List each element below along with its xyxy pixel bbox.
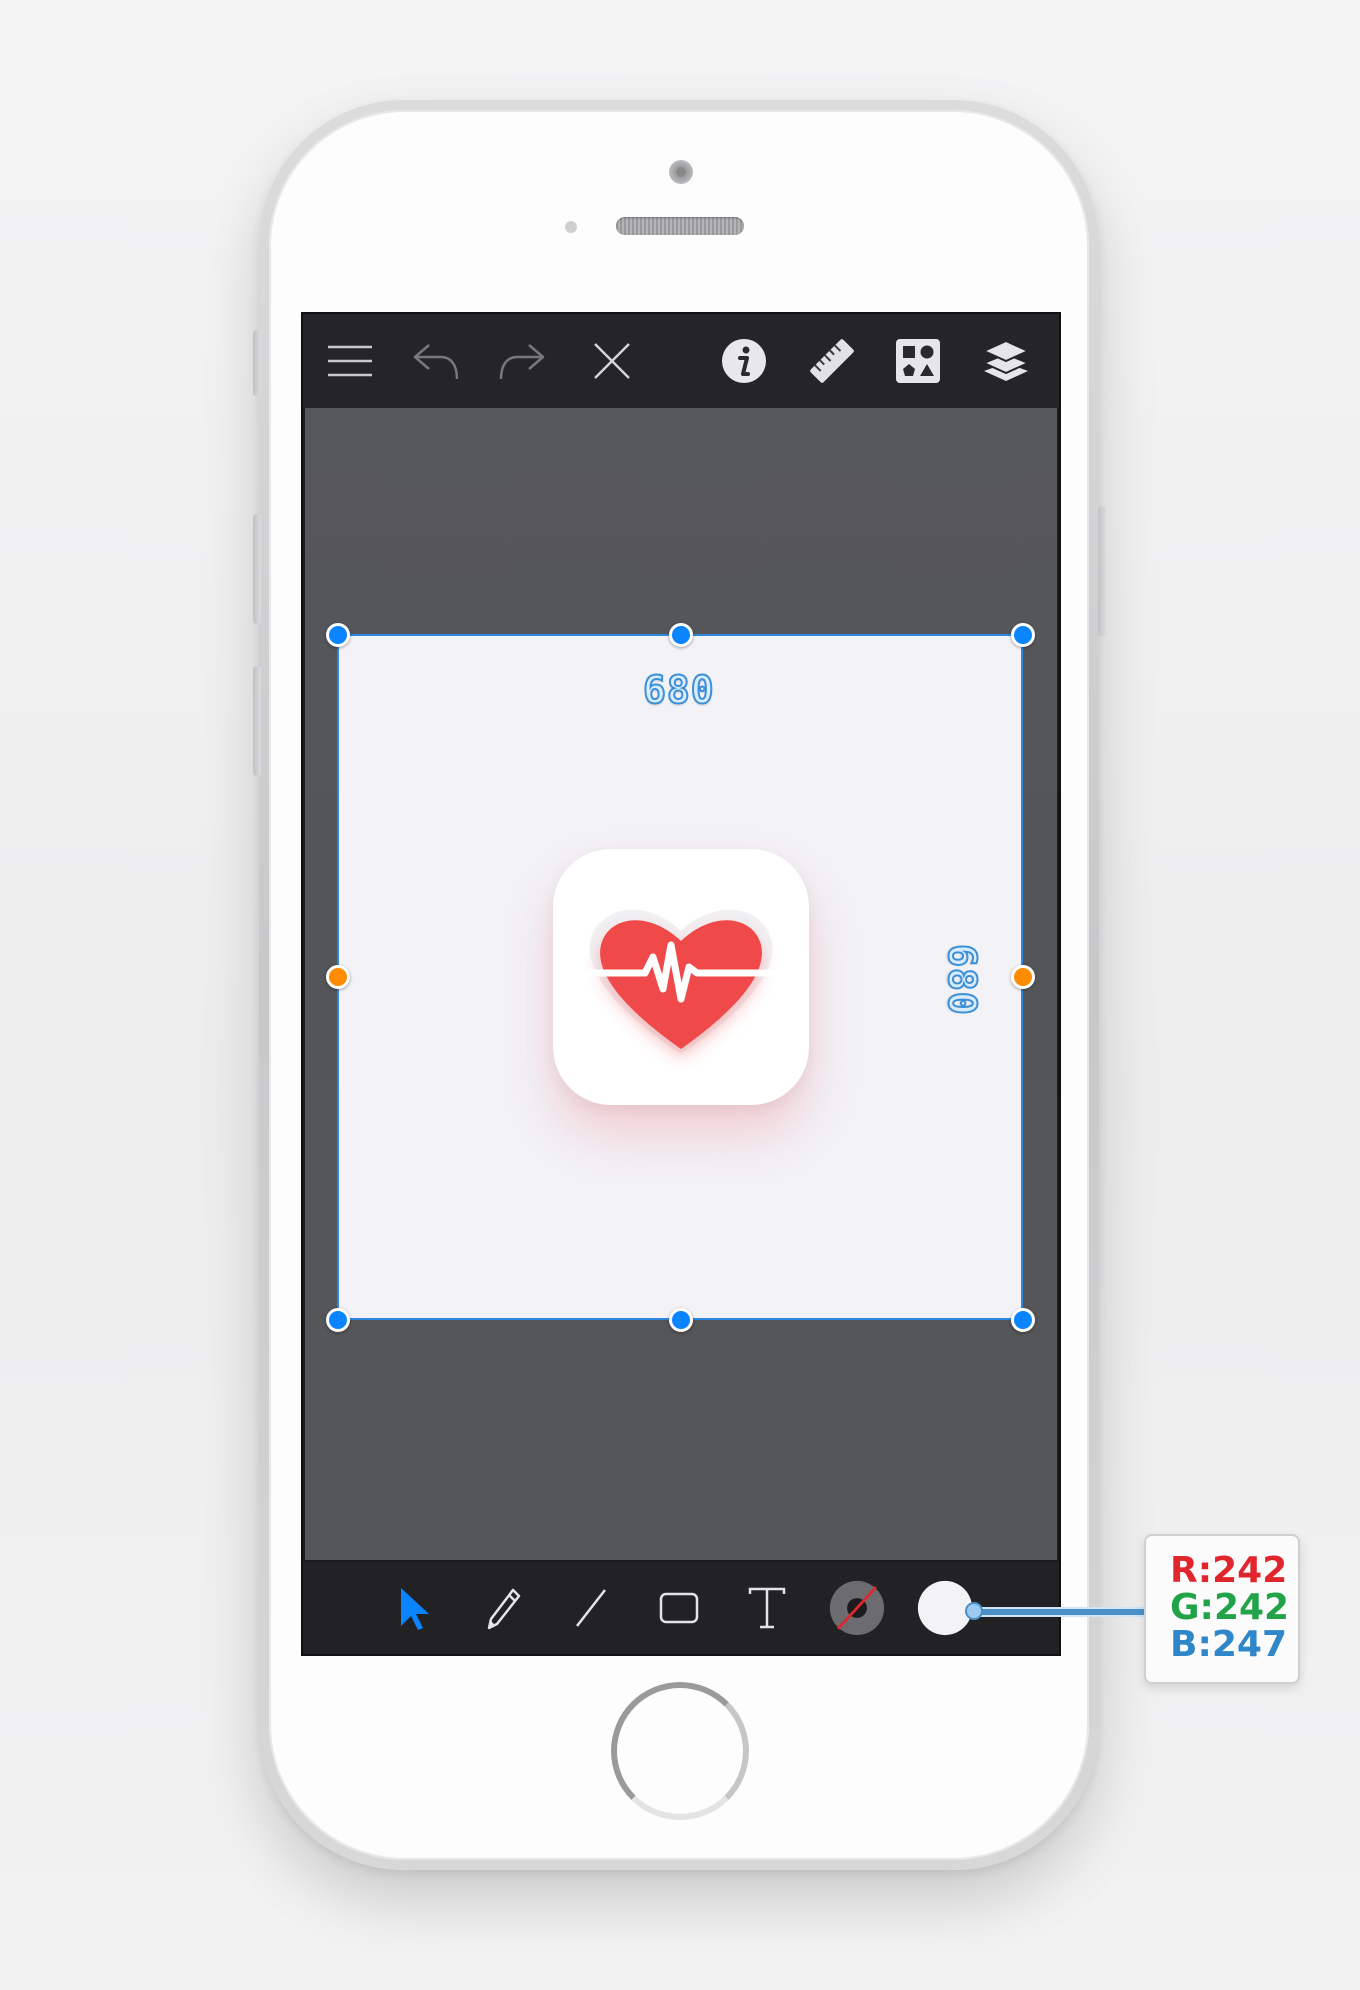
line-icon [576,1589,606,1627]
blue-channel-readout: B:247 [1170,1626,1298,1663]
line-tool-button[interactable] [563,1580,619,1636]
width-dimension-label: 680 [642,667,715,713]
resize-handle-bottom[interactable] [669,1308,693,1332]
resize-handle-top[interactable] [669,623,693,647]
shapes-library-icon [896,339,940,383]
info-icon [722,339,766,383]
resize-handle-left[interactable] [326,965,350,989]
pencil-tool-button[interactable] [475,1580,531,1636]
layers-button[interactable] [979,334,1033,388]
resize-handle-bottom-right[interactable] [1011,1308,1035,1332]
app-icon[interactable] [553,849,809,1105]
close-icon [594,343,630,379]
shapes-button[interactable] [891,334,945,388]
blue-channel-value: 247 [1211,1624,1287,1665]
ruler-icon [810,339,854,383]
red-channel-readout: R:242 [1170,1552,1298,1589]
undo-button[interactable] [409,334,463,388]
volume-down-button [253,666,261,776]
top-toolbar [303,314,1059,408]
redo-button[interactable] [495,334,549,388]
tools-bar [303,1562,1059,1654]
green-channel-value: 242 [1213,1587,1290,1628]
resize-handle-bottom-left[interactable] [326,1308,350,1332]
silent-switch [253,330,261,396]
select-arrow-icon [401,1588,429,1630]
color-readout-connector [972,1607,1144,1617]
blue-channel-label: B: [1170,1624,1212,1665]
rectangle-tool-button[interactable] [651,1580,707,1636]
resize-handle-top-right[interactable] [1011,623,1035,647]
menu-button[interactable] [323,334,377,388]
front-camera [669,160,693,184]
green-channel-readout: G:242 [1170,1589,1298,1626]
red-channel-label: R: [1170,1550,1213,1591]
layers-icon [981,339,1031,381]
resize-handle-right[interactable] [1011,965,1035,989]
pencil-icon [487,1588,521,1630]
home-button[interactable] [611,1682,749,1820]
close-button[interactable] [585,334,639,388]
text-tool-button[interactable] [739,1580,795,1636]
green-channel-label: G: [1170,1587,1214,1628]
earpiece-speaker [616,217,744,235]
heart-pulse-icon [583,909,779,1054]
text-tool-icon [748,1587,786,1629]
stroke-color-button[interactable] [829,1580,885,1636]
height-dimension-label: 680 [939,943,985,1017]
undo-icon [413,344,459,380]
proximity-sensor [565,221,577,233]
select-tool-button[interactable] [387,1580,443,1636]
ruler-button[interactable] [805,334,859,388]
volume-up-button [253,514,261,624]
power-button [1098,506,1106,636]
info-button[interactable] [717,334,771,388]
color-readout-pin [965,1602,983,1620]
rectangle-icon [659,1592,699,1624]
color-readout-card: R:242 G:242 B:247 [1144,1534,1300,1684]
red-channel-value: 242 [1212,1550,1288,1591]
resize-handle-top-left[interactable] [326,623,350,647]
hamburger-menu-icon [328,345,372,377]
redo-icon [499,344,545,380]
stroke-color-icon [829,1580,885,1636]
